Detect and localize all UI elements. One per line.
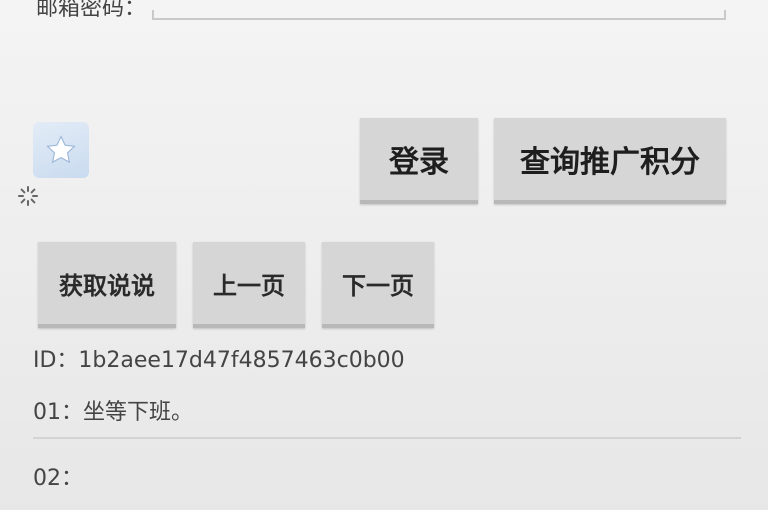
get-posts-button[interactable]: 获取说说 <box>38 242 176 328</box>
post-id-text: ID：1b2aee17d47f4857463c0b00 <box>33 348 405 373</box>
email-password-input[interactable] <box>152 0 726 20</box>
login-button[interactable]: 登录 <box>360 118 478 204</box>
list-item: 02： <box>33 466 83 491</box>
email-password-label: 邮箱密码： <box>36 0 147 21</box>
loading-spinner-icon <box>16 184 40 208</box>
star-icon <box>33 122 89 178</box>
next-page-button[interactable]: 下一页 <box>322 242 434 328</box>
query-points-button[interactable]: 查询推广积分 <box>494 118 726 204</box>
list-item: 01：坐等下班。 <box>33 400 193 425</box>
prev-page-button[interactable]: 上一页 <box>193 242 305 328</box>
list-divider <box>33 437 741 439</box>
